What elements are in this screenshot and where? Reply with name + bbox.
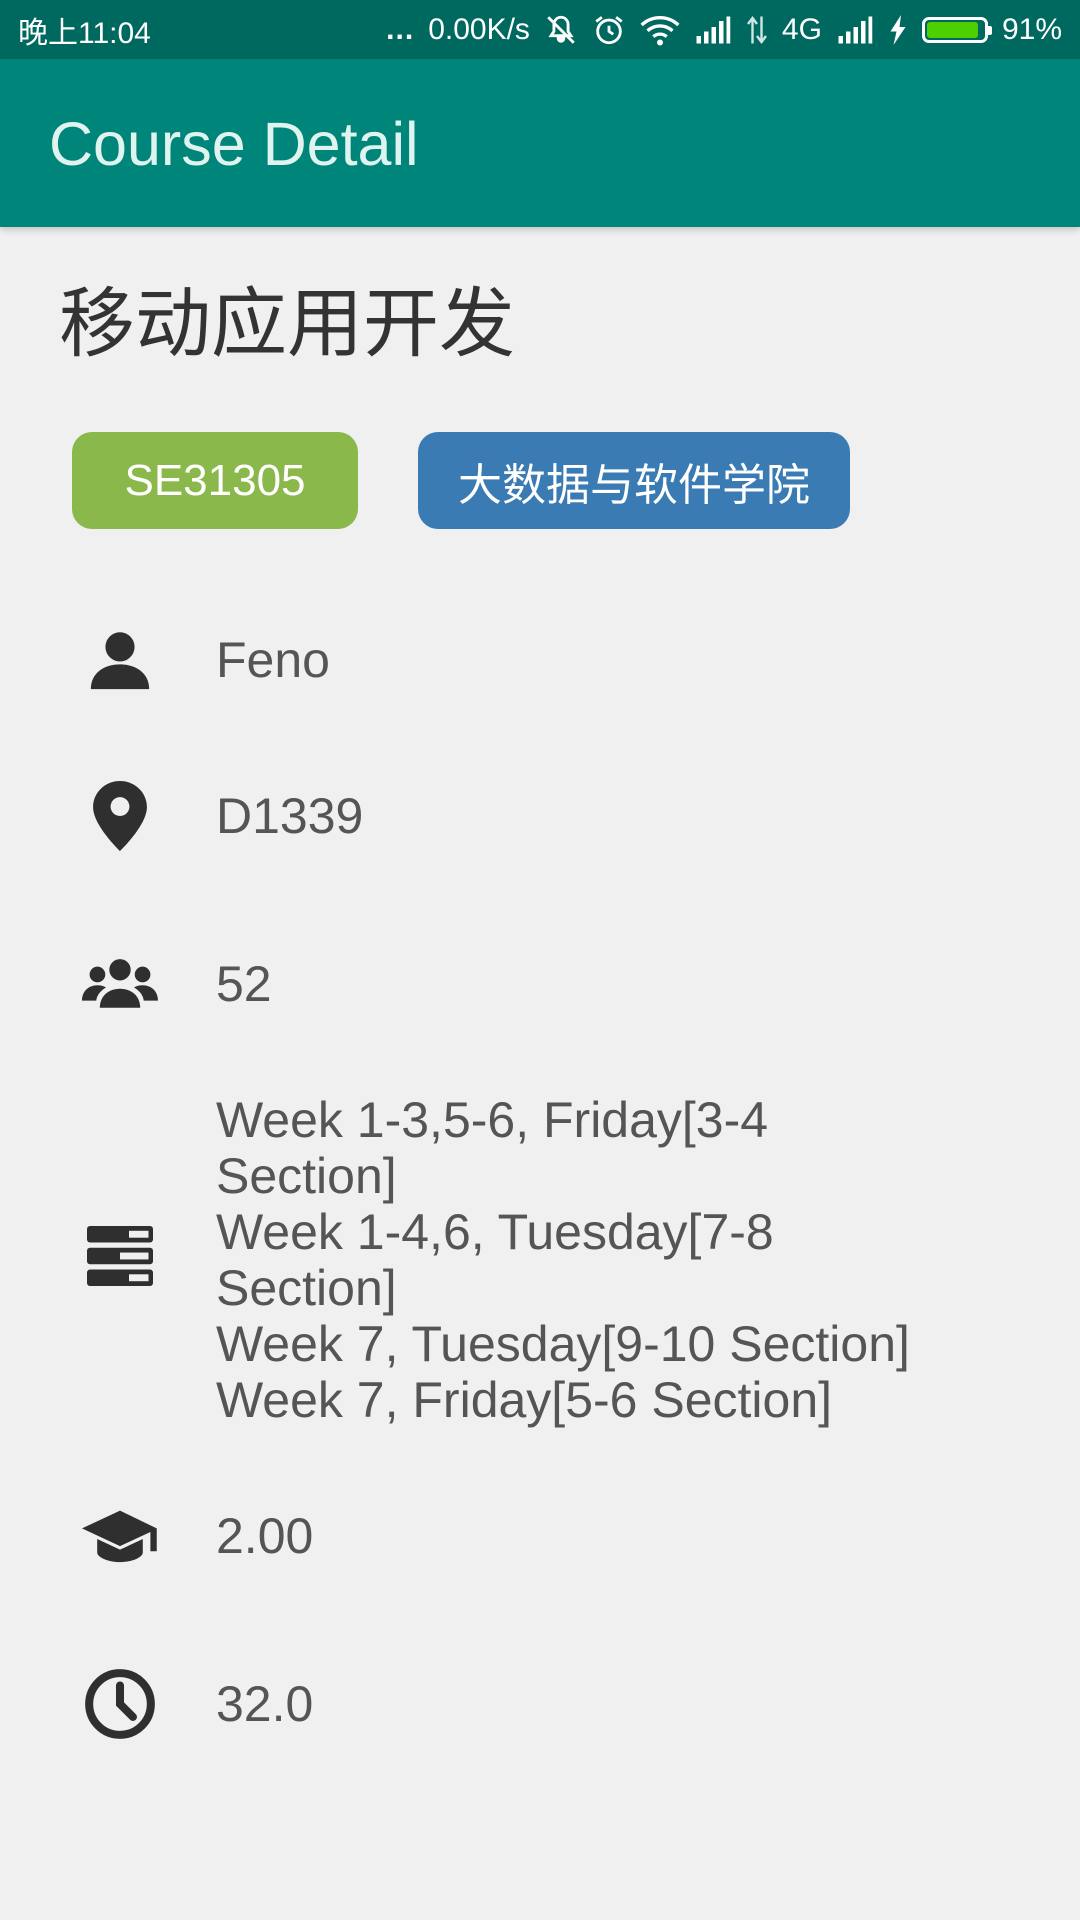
location-pin-icon — [80, 776, 160, 856]
person-icon — [80, 620, 160, 700]
wifi-icon — [640, 13, 680, 47]
status-bar: 晚上11:04 ... 0.00K/s 4G 91% — [0, 0, 1080, 59]
battery-fill — [926, 21, 978, 38]
course-code-badge: SE31305 — [72, 432, 358, 529]
schedule-line: Week 7, Friday[5-6 Section] — [216, 1372, 833, 1428]
graduation-cap-icon — [80, 1496, 160, 1576]
status-time: 晚上11:04 — [18, 16, 151, 50]
battery-icon — [921, 16, 992, 43]
app-bar: Course Detail — [0, 59, 1080, 227]
schedule-text: Week 1-3,5-6, Friday[3-4 Section] Week 1… — [216, 1092, 910, 1428]
credits: 2.00 — [216, 1508, 314, 1564]
mute-icon — [544, 13, 578, 47]
location: D1339 — [216, 788, 364, 844]
network-type: 4G — [781, 12, 822, 46]
net-speed: 0.00K/s — [428, 12, 530, 46]
battery-percent: 91% — [1001, 12, 1062, 46]
group-icon — [80, 944, 160, 1024]
schedule-icon — [80, 1216, 160, 1296]
charging-icon — [888, 14, 908, 45]
clock-icon — [80, 1664, 160, 1744]
dots-icon: ... — [386, 12, 415, 46]
signal-icon — [836, 15, 874, 45]
page-title: Course Detail — [49, 110, 419, 178]
schedule-line: Section] — [216, 1260, 397, 1316]
schedule-line: Week 1-4,6, Tuesday[7-8 — [216, 1204, 774, 1260]
course-name: 移动应用开发 — [59, 282, 515, 367]
data-arrows-icon — [746, 15, 768, 45]
schedule-line: Section] — [216, 1148, 397, 1204]
schedule-line: Week 1-3,5-6, Friday[3-4 — [216, 1092, 769, 1148]
student-count: 52 — [216, 956, 272, 1012]
schedule-line: Week 7, Tuesday[9-10 Section] — [216, 1316, 910, 1372]
teacher-name: Feno — [216, 632, 330, 688]
status-icons: ... 0.00K/s 4G 91% — [386, 13, 1062, 47]
hours: 32.0 — [216, 1676, 314, 1732]
alarm-icon — [592, 13, 626, 47]
school-badge: 大数据与软件学院 — [418, 432, 850, 529]
signal-icon — [694, 15, 732, 45]
